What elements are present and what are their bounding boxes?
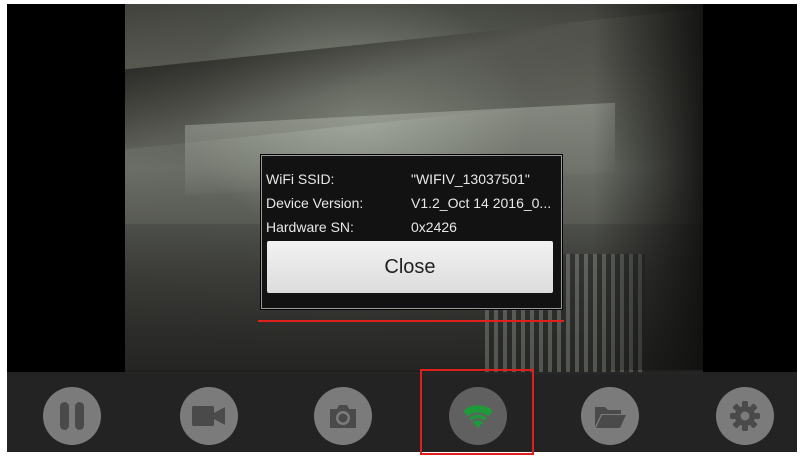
hardware-sn-label: Hardware SN: [266, 219, 354, 235]
folder-icon [595, 407, 626, 428]
device-version-value: V1.2_Oct 14 2016_0... [411, 195, 552, 211]
take-photo-button[interactable] [314, 387, 372, 445]
record-video-button[interactable] [180, 387, 238, 445]
close-button[interactable]: Close [267, 241, 553, 293]
red-underline [258, 320, 564, 322]
pause-icon [60, 402, 84, 430]
video-camera-icon [192, 406, 225, 426]
device-version-label: Device Version: [266, 195, 364, 211]
gallery-button[interactable] [581, 387, 639, 445]
wifi-highlight-box [420, 369, 534, 455]
gear-icon [730, 401, 760, 431]
wifi-ssid-label: WiFi SSID: [266, 171, 335, 187]
hardware-sn-value: 0x2426 [411, 219, 457, 235]
settings-button[interactable] [716, 387, 774, 445]
wifi-ssid-value: "WIFIV_13037501" [411, 171, 530, 187]
pause-button[interactable] [43, 387, 101, 445]
device-info-dialog: WiFi SSID: "WIFIV_13037501" Device Versi… [261, 155, 562, 309]
camera-icon [330, 405, 356, 428]
bottom-toolbar [7, 372, 797, 452]
camera-scene-shadow [593, 4, 703, 370]
